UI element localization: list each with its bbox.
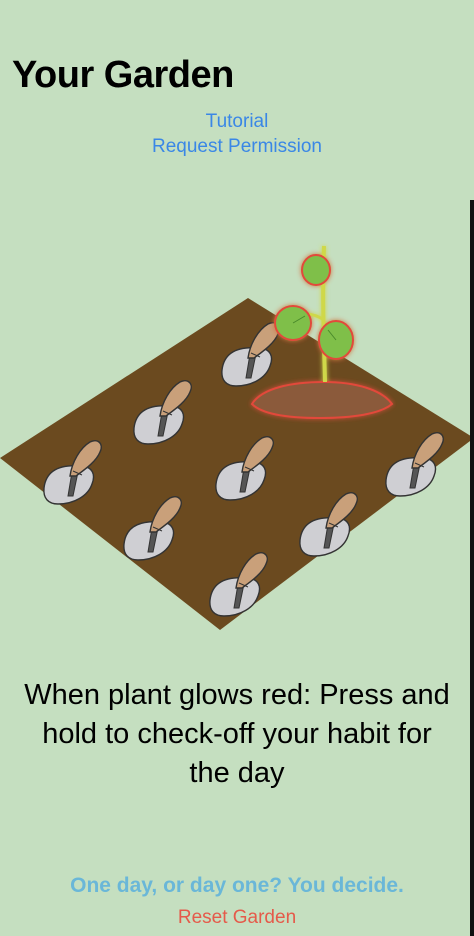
request-permission-link[interactable]: Request Permission <box>0 136 474 158</box>
garden-plot <box>0 245 474 630</box>
tutorial-link[interactable]: Tutorial <box>0 111 474 133</box>
instructions-text: When plant glows red: Press and hold to … <box>24 679 450 789</box>
scroll-edge <box>470 200 474 936</box>
page-title: Your Garden <box>12 54 234 96</box>
motto-text: One day, or day one? You decide. <box>70 874 404 897</box>
reset-garden-button[interactable]: Reset Garden <box>0 907 474 929</box>
